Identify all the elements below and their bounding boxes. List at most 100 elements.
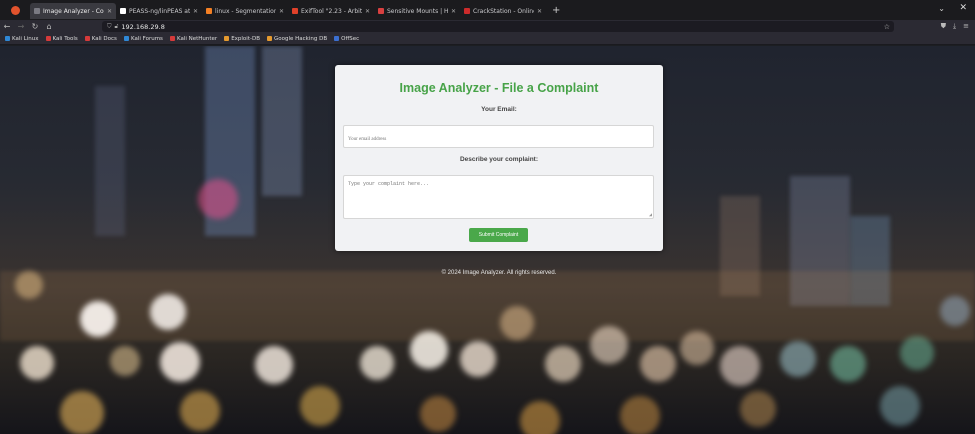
url-text[interactable]: 192.168.29.8 [121, 23, 164, 31]
bokeh-light [15, 271, 43, 299]
tab-bar: Image Analyzer - Complaints✕PEASS-ng/lin… [0, 0, 975, 20]
toolbar-right: ⛊ ⤓ ≡ [941, 20, 969, 33]
address-bar[interactable]: ⛉ 🔓︎ 192.168.29.8 ☆ [102, 21, 894, 32]
bookmark-item[interactable]: Google Hacking DB [266, 35, 328, 42]
close-tab-icon[interactable]: ✕ [537, 8, 542, 15]
bokeh-light [60, 391, 104, 434]
bookmark-favicon-icon [169, 36, 175, 41]
blurred-building [0, 271, 975, 341]
bokeh-light [80, 301, 116, 337]
bokeh-light [110, 346, 140, 376]
list-tabs-icon[interactable]: ⌄ [938, 4, 945, 13]
bokeh-light [640, 346, 676, 382]
bookmark-item[interactable]: Kali Docs [84, 36, 117, 42]
bokeh-light [940, 296, 970, 326]
browser-tab[interactable]: linux - Segmentation faul✕ [202, 3, 288, 19]
bokeh-light [360, 346, 394, 380]
close-tab-icon[interactable]: ✕ [365, 8, 370, 15]
resize-handle-icon[interactable]: ◢ [649, 212, 652, 218]
bookmark-star-icon[interactable]: ☆ [884, 23, 890, 31]
tab-favicon-icon [34, 8, 40, 14]
bokeh-light [590, 326, 628, 364]
bokeh-light [150, 294, 186, 330]
tab-title: ExifTool "2.23 - Arbitrary [301, 7, 362, 15]
bokeh-light [460, 341, 496, 377]
bookmark-favicon-icon [224, 36, 230, 41]
bokeh-light [680, 331, 714, 365]
bokeh-light [20, 346, 54, 380]
bookmark-favicon-icon [334, 36, 340, 41]
bokeh-light [198, 179, 238, 219]
bokeh-light [300, 386, 340, 426]
browser-tab[interactable]: CrackStation - Online Pa✕ [460, 3, 546, 19]
close-tab-icon[interactable]: ✕ [193, 8, 198, 15]
shield-icon[interactable]: ⛉ [107, 23, 112, 31]
complaint-label: Describe your complaint: [459, 156, 539, 163]
bookmark-favicon-icon [266, 36, 272, 41]
bookmarks-toolbar: Kali Linux Kali Tools Kali Docs Kali Forums… [0, 33, 975, 45]
browser-menu-icon[interactable] [0, 0, 30, 20]
bokeh-light [780, 341, 816, 377]
bookmark-label: Exploit-DB [231, 35, 260, 42]
pocket-icon[interactable]: ⛊ [941, 20, 946, 33]
bokeh-light [255, 346, 293, 384]
reload-icon[interactable]: ↻ [28, 20, 42, 33]
navigation-toolbar: ← → ↻ ⌂ ⛉ 🔓︎ 192.168.29.8 ☆ ⛊ ⤓ ≡ [0, 20, 975, 33]
bookmark-label: OffSec [341, 35, 360, 42]
bokeh-light [740, 391, 776, 427]
footer-copyright: © 2024 Image Analyzer. All rights reserv… [441, 270, 557, 276]
downloads-icon[interactable]: ⤓ [953, 20, 956, 33]
tab-title: PEASS-ng/linPEAS at ma [129, 7, 190, 15]
browser-tab[interactable]: PEASS-ng/linPEAS at ma✕ [116, 3, 202, 19]
bookmark-label: Kali Tools [52, 35, 78, 42]
window-close-icon[interactable]: ✕ [959, 3, 967, 13]
bokeh-light [720, 346, 760, 386]
bookmark-item[interactable]: Exploit-DB [224, 36, 260, 42]
bokeh-light [180, 391, 220, 431]
browser-tab[interactable]: Image Analyzer - Complaints✕ [30, 3, 116, 19]
bookmark-label: Kali Linux [12, 35, 39, 42]
bookmark-item[interactable]: Kali NetHunter [169, 35, 218, 42]
bokeh-light [410, 331, 448, 369]
bokeh-light [500, 306, 534, 340]
tab-favicon-icon [206, 8, 212, 14]
page-title: Image Analyzer - File a Complaint [399, 81, 599, 95]
close-tab-icon[interactable]: ✕ [279, 8, 284, 15]
browser-tab[interactable]: Sensitive Mounts | HackT✕ [374, 3, 460, 19]
bokeh-light [880, 386, 920, 426]
complaint-textarea[interactable]: Type your complaint here... ◢ [343, 175, 654, 219]
bookmark-item[interactable]: Kali Tools [45, 35, 78, 42]
browser-tab[interactable]: ExifTool "2.23 - Arbitrary✕ [288, 3, 374, 19]
bokeh-light [545, 346, 581, 382]
tab-favicon-icon [378, 8, 384, 14]
bokeh-light [520, 401, 560, 434]
bookmark-item[interactable]: Kali Linux [5, 36, 39, 42]
tab-list: Image Analyzer - Complaints✕PEASS-ng/lin… [30, 1, 546, 19]
email-field[interactable]: Your email address [343, 125, 654, 148]
bokeh-light [900, 336, 934, 370]
bookmark-item[interactable]: Kali Forums [123, 36, 163, 42]
home-icon[interactable]: ⌂ [42, 20, 56, 33]
page-viewport: Image Analyzer - File a Complaint Your E… [0, 46, 975, 434]
bokeh-light [160, 342, 200, 382]
bookmark-favicon-icon [84, 36, 90, 41]
tab-favicon-icon [464, 8, 470, 14]
tab-title: linux - Segmentation faul [215, 7, 276, 15]
new-tab-button[interactable]: + [552, 5, 560, 16]
bookmark-favicon-icon [5, 36, 10, 41]
app-menu-icon[interactable]: ≡ [963, 20, 969, 33]
bokeh-light [830, 346, 866, 382]
close-tab-icon[interactable]: ✕ [107, 8, 112, 15]
forward-icon[interactable]: → [14, 20, 28, 33]
bokeh-light [620, 396, 660, 434]
tab-title: CrackStation - Online Pa [473, 7, 534, 15]
back-icon[interactable]: ← [0, 20, 14, 33]
bookmark-label: Google Hacking DB [273, 35, 328, 42]
insecure-lock-icon[interactable]: 🔓︎ [115, 23, 119, 31]
complaint-form-card: Image Analyzer - File a Complaint Your E… [335, 65, 663, 251]
submit-complaint-button[interactable]: Submit Complaint [469, 228, 528, 242]
bookmark-label: Kali NetHunter [176, 35, 218, 42]
close-tab-icon[interactable]: ✕ [451, 8, 456, 15]
bookmark-item[interactable]: OffSec [334, 36, 359, 42]
complaint-placeholder: Type your complaint here... [348, 181, 430, 187]
